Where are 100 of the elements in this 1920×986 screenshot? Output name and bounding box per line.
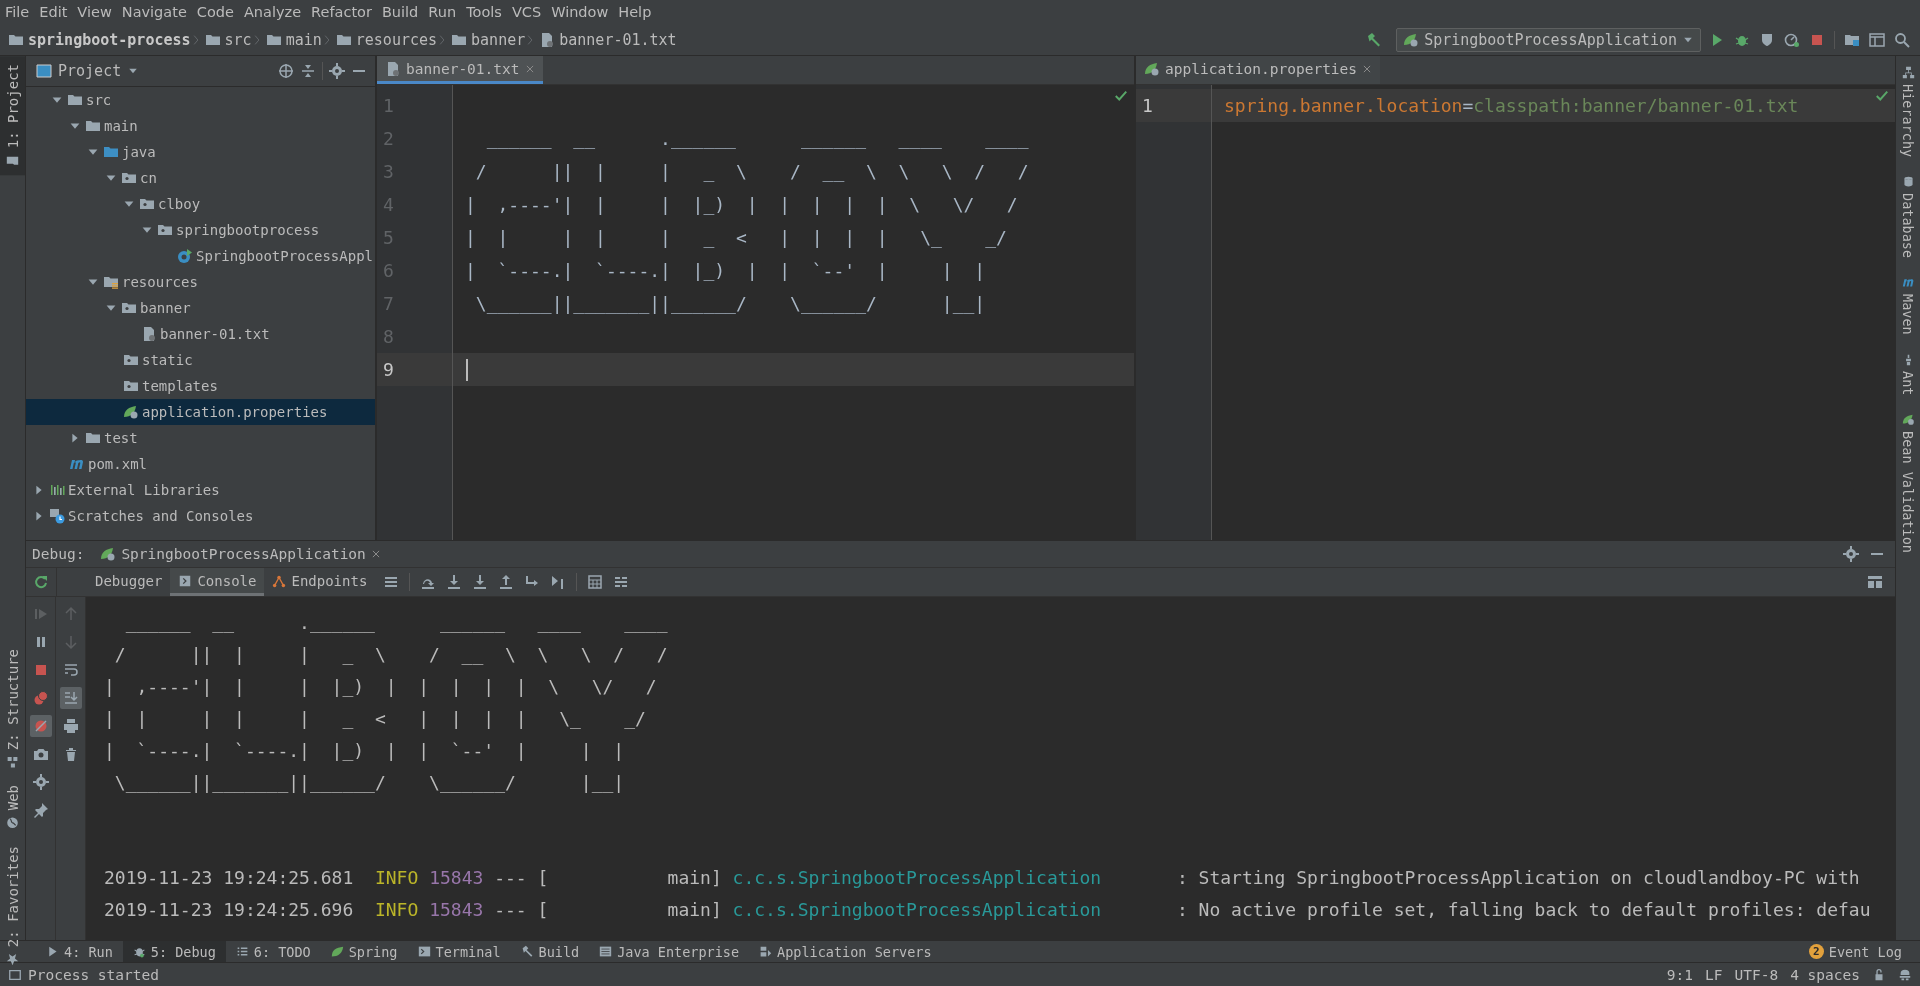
tree-item[interactable]: src — [26, 87, 375, 113]
tool-window-tab[interactable]: Terminal — [407, 941, 511, 962]
menu-item[interactable]: Refactor — [306, 4, 377, 20]
tool-window-tab[interactable]: Spring — [320, 941, 408, 962]
session-tab[interactable]: SpringbootProcessApplication — [94, 546, 387, 562]
layout-icon[interactable] — [1869, 31, 1885, 48]
status-message: Process started — [28, 966, 159, 983]
camera-icon[interactable] — [32, 746, 49, 762]
menu-item[interactable]: View — [72, 4, 117, 20]
indent-setting[interactable]: 4 spaces — [1790, 966, 1860, 983]
breadcrumb[interactable]: src — [224, 30, 252, 49]
breadcrumb[interactable]: springboot-process — [28, 30, 191, 49]
tool-window-button[interactable]: 2: Favorites — [0, 837, 25, 974]
panel-icon — [36, 63, 52, 79]
step-out-icon[interactable] — [498, 574, 515, 590]
collapse-icon[interactable] — [300, 63, 316, 79]
tree-item[interactable]: java — [26, 139, 375, 165]
search-icon[interactable] — [1894, 31, 1910, 48]
console-line: ______ __ .______ ______ ____ ____ — [124, 611, 669, 635]
line-separator[interactable]: LF — [1705, 966, 1723, 983]
tree-item[interactable]: banner-01.txt — [26, 321, 375, 347]
tool-window-button[interactable]: Z: Structure — [0, 641, 25, 778]
tool-window-button[interactable]: Ant — [1896, 352, 1920, 396]
leaf-icon — [1403, 31, 1420, 48]
tree-item[interactable]: pom.xml — [26, 451, 375, 477]
tool-window-button[interactable]: Bean Validation — [1896, 413, 1920, 554]
layout-icon[interactable] — [1867, 574, 1883, 590]
menu-item[interactable]: Run — [423, 4, 462, 20]
step-into-icon[interactable] — [446, 574, 463, 590]
printer-icon[interactable] — [62, 718, 79, 734]
tree-item[interactable]: SpringbootProcessAppl — [26, 243, 375, 269]
tree-item[interactable]: application.properties — [26, 399, 375, 425]
tree-item[interactable]: Scratches and Consoles — [26, 503, 375, 529]
tool-window-button[interactable]: Hierarchy — [1896, 66, 1920, 158]
list-icon[interactable] — [383, 574, 400, 590]
mute-breakpoints-toggle[interactable] — [29, 715, 52, 737]
tool-window-tab[interactable]: Java Enterprise — [589, 941, 750, 962]
menu-item[interactable]: Window — [546, 4, 614, 20]
crosshair-icon[interactable] — [278, 63, 294, 79]
settings-icon[interactable] — [329, 63, 345, 79]
breadcrumb[interactable]: resources — [355, 30, 438, 49]
debug-tab[interactable]: Console — [170, 568, 265, 596]
calculator-icon[interactable] — [587, 574, 604, 590]
tool-window-tab[interactable]: 4: Run — [36, 941, 123, 962]
soft-wrap-icon[interactable] — [62, 662, 79, 678]
editor-tab[interactable]: banner-01.txt — [377, 56, 543, 84]
settings-icon[interactable] — [32, 774, 49, 790]
tree-item[interactable]: resources — [26, 269, 375, 295]
trace-icon[interactable] — [613, 574, 630, 590]
tool-window-tab[interactable]: 6: TODO — [225, 941, 321, 962]
run-configuration-dropdown[interactable]: SpringbootProcessApplication — [1396, 27, 1701, 52]
close-icon[interactable] — [524, 63, 535, 74]
menu-item[interactable]: Tools — [461, 4, 507, 20]
scroll-to-end-toggle[interactable] — [59, 687, 82, 709]
tree-item[interactable]: banner — [26, 295, 375, 321]
debug-tab[interactable]: Endpoints — [264, 568, 376, 596]
menu-item[interactable]: Help — [613, 4, 657, 20]
tool-window-tab[interactable]: 5: Debug — [122, 941, 226, 962]
tree-item[interactable]: clboy — [26, 191, 375, 217]
tool-window-button[interactable]: Maven — [1896, 276, 1920, 335]
menu-item[interactable]: VCS — [506, 4, 547, 20]
caret-position[interactable]: 9:1 — [1666, 966, 1694, 983]
tool-window-button[interactable]: Database — [1896, 175, 1920, 259]
tree-item[interactable]: main — [26, 113, 375, 139]
breadcrumb[interactable]: main — [285, 30, 322, 49]
console-line: \______||_______||______/ \______/ |__| — [113, 771, 626, 795]
menu-item[interactable]: Edit — [34, 4, 73, 20]
settings-icon[interactable] — [1843, 546, 1859, 562]
event-log-button[interactable]: 2 Event Log — [1808, 941, 1920, 962]
tree-item[interactable]: cn — [26, 165, 375, 191]
tool-window-tab[interactable]: Application Servers — [749, 941, 942, 962]
tool-window-tab[interactable]: Build — [510, 941, 590, 962]
inspector-icon[interactable] — [1898, 967, 1912, 982]
tree-item[interactable]: test — [26, 425, 375, 451]
menu-item[interactable]: Code — [191, 4, 239, 20]
tree-item[interactable]: External Libraries — [26, 477, 375, 503]
breadcrumb[interactable]: banner-01.txt — [559, 30, 677, 49]
editor-tab[interactable]: application.properties — [1136, 56, 1381, 84]
shield-icon[interactable] — [1759, 31, 1775, 48]
hammer-icon[interactable] — [1366, 31, 1383, 48]
file-encoding[interactable]: UTF-8 — [1734, 966, 1779, 983]
tool-window-button[interactable]: 1: Project — [0, 56, 25, 176]
menu-item[interactable]: File — [0, 4, 35, 20]
close-icon[interactable] — [1362, 63, 1373, 74]
tree-item[interactable]: static — [26, 347, 375, 373]
menu-item[interactable]: Build — [376, 4, 424, 20]
close-icon[interactable] — [370, 549, 381, 559]
rerun-icon[interactable] — [33, 574, 49, 590]
pin-icon[interactable] — [32, 802, 49, 818]
menu-item[interactable]: Analyze — [238, 4, 307, 20]
breadcrumb[interactable]: banner — [471, 30, 526, 49]
step-into-icon[interactable] — [472, 574, 489, 590]
tool-window-button[interactable]: Web — [0, 777, 25, 838]
breakpoints-icon[interactable] — [32, 690, 49, 706]
tree-item[interactable]: springbootprocess — [26, 217, 375, 243]
debug-tab[interactable]: Debugger — [87, 568, 171, 596]
project-view-dropdown[interactable]: Project — [36, 62, 140, 80]
tree-item[interactable]: templates — [26, 373, 375, 399]
gauge-icon[interactable] — [1784, 31, 1800, 48]
menu-item[interactable]: Navigate — [116, 4, 192, 20]
